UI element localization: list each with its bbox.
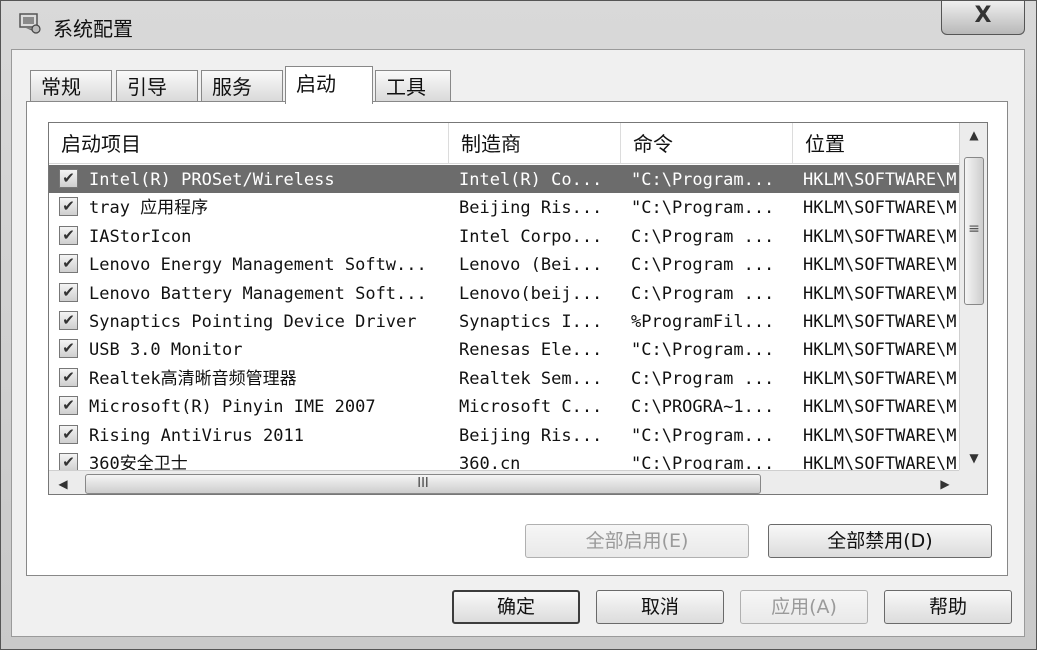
cell-command: "C:\Program...: [631, 340, 775, 361]
cell-command: "C:\Program...: [631, 425, 775, 446]
horizontal-scrollbar[interactable]: ◀ III ▶: [49, 470, 959, 494]
scroll-left-arrow-icon[interactable]: ◀: [49, 472, 77, 494]
cell-startup-item: Realtek高清晰音频管理器: [89, 368, 297, 389]
cell-manufacturer: Beijing Ris...: [459, 425, 603, 446]
cell-manufacturer: Realtek Sem...: [459, 368, 603, 389]
cell-manufacturer: Synaptics I...: [459, 312, 603, 332]
system-config-window: 系统配置 X 常规 引导 服务 启动 工具 启动项目 制造商 命令 位置 ✔ In…: [0, 0, 1037, 650]
column-header-location[interactable]: 位置: [793, 123, 959, 163]
cell-location: HKLM\SOFTWARE\M: [803, 226, 957, 247]
cell-location: HKLM\SOFTWARE\M: [803, 312, 957, 332]
cell-manufacturer: Lenovo(beij...: [459, 283, 603, 304]
cell-location: HKLM\SOFTWARE\M: [803, 425, 957, 446]
table-row[interactable]: ✔ IAStorIcon Intel Corpo... C:\Program ... H…: [49, 222, 959, 250]
cell-startup-item: Rising AntiVirus 2011: [89, 425, 304, 446]
enabled-checkbox[interactable]: ✔: [59, 424, 78, 444]
cell-command: C:\Program ...: [631, 226, 775, 247]
cell-startup-item: IAStorIcon: [89, 226, 192, 247]
vertical-scrollbar[interactable]: ▲ ≡ ▼: [959, 123, 987, 470]
cancel-button[interactable]: 取消: [596, 590, 724, 624]
enabled-checkbox[interactable]: ✔: [59, 282, 78, 302]
enable-all-button[interactable]: 全部启用(E): [525, 524, 749, 558]
cell-startup-item: Microsoft(R) Pinyin IME 2007: [89, 397, 376, 418]
cell-command: "C:\Program...: [631, 198, 775, 219]
column-header-manufacturer[interactable]: 制造商: [449, 123, 621, 163]
title-bar[interactable]: 系统配置 X: [1, 1, 1036, 49]
ok-button[interactable]: 确定: [452, 590, 580, 624]
horizontal-scroll-thumb[interactable]: III: [85, 474, 761, 494]
cell-location: HKLM\SOFTWARE\M: [803, 255, 957, 276]
window-title: 系统配置: [53, 17, 133, 41]
cell-command: C:\Program ...: [631, 255, 775, 276]
scroll-right-arrow-icon[interactable]: ▶: [931, 472, 959, 494]
table-row[interactable]: ✔ Synaptics Pointing Device Driver Synapti…: [49, 307, 959, 335]
cell-startup-item: USB 3.0 Monitor: [89, 340, 243, 361]
startup-tab-panel: 启动项目 制造商 命令 位置 ✔ Intel(R) PROSet/Wireless…: [26, 101, 1008, 576]
cell-location: HKLM\SOFTWARE\M: [803, 198, 957, 219]
cell-command: %ProgramFil...: [631, 312, 775, 332]
table-row[interactable]: ✔ Rising AntiVirus 2011 Beijing Ris... "C:\…: [49, 421, 959, 449]
cell-manufacturer: Intel Corpo...: [459, 226, 603, 247]
cell-location: HKLM\SOFTWARE\M: [803, 340, 957, 361]
scrollbar-corner: [959, 470, 987, 494]
enabled-checkbox[interactable]: ✔: [59, 367, 78, 387]
table-row[interactable]: ✔ Lenovo Battery Management Soft... Lenovo…: [49, 279, 959, 307]
help-button[interactable]: 帮助: [884, 590, 1012, 624]
table-row[interactable]: ✔ tray 应用程序 Beijing Ris... "C:\Program... HK…: [49, 193, 959, 221]
close-button[interactable]: X: [941, 1, 1025, 35]
cell-startup-item: Synaptics Pointing Device Driver: [89, 312, 417, 332]
tab-boot[interactable]: 引导: [116, 70, 198, 102]
disable-all-button[interactable]: 全部禁用(D): [768, 524, 992, 558]
tab-startup[interactable]: 启动: [285, 66, 373, 104]
enabled-checkbox[interactable]: ✔: [59, 311, 78, 330]
cell-location: HKLM\SOFTWARE\M: [803, 283, 957, 304]
cell-manufacturer: Microsoft C...: [459, 397, 603, 418]
table-row[interactable]: ✔ Intel(R) PROSet/Wireless Intel(R) Co... "…: [49, 165, 959, 193]
table-row[interactable]: ✔ USB 3.0 Monitor Renesas Ele... "C:\Progra…: [49, 335, 959, 363]
cell-manufacturer: Renesas Ele...: [459, 340, 603, 361]
cell-location: HKLM\SOFTWARE\M: [803, 170, 957, 190]
enabled-checkbox[interactable]: ✔: [59, 254, 78, 274]
table-row[interactable]: ✔ Lenovo Energy Management Softw... Lenovo…: [49, 250, 959, 278]
cell-location: HKLM\SOFTWARE\M: [803, 397, 957, 418]
msconfig-app-icon: [19, 13, 41, 34]
enabled-checkbox[interactable]: ✔: [59, 339, 78, 359]
cell-command: "C:\Program...: [631, 170, 775, 190]
table-row[interactable]: ✔ Microsoft(R) Pinyin IME 2007 Microsoft C…: [49, 392, 959, 420]
apply-button[interactable]: 应用(A): [740, 590, 868, 624]
vertical-scroll-thumb[interactable]: ≡: [964, 157, 984, 305]
cell-manufacturer: Beijing Ris...: [459, 198, 603, 219]
scroll-down-arrow-icon[interactable]: ▼: [960, 446, 987, 470]
list-header: 启动项目 制造商 命令 位置: [49, 123, 959, 164]
column-header-startup-item[interactable]: 启动项目: [49, 123, 449, 163]
enabled-checkbox[interactable]: ✔: [59, 225, 78, 245]
cell-startup-item: Lenovo Energy Management Softw...: [89, 255, 427, 276]
tab-general[interactable]: 常规: [30, 70, 112, 102]
cell-command: C:\Program ...: [631, 283, 775, 304]
cell-startup-item: tray 应用程序: [89, 198, 209, 219]
cell-command: C:\PROGRA~1...: [631, 397, 775, 418]
cell-startup-item: Intel(R) PROSet/Wireless: [89, 170, 335, 190]
tab-tools[interactable]: 工具: [375, 70, 451, 102]
enabled-checkbox[interactable]: ✔: [59, 197, 78, 217]
tab-services[interactable]: 服务: [201, 70, 283, 102]
table-row[interactable]: ✔ Realtek高清晰音频管理器 Realtek Sem... C:\Program…: [49, 364, 959, 392]
cell-manufacturer: Intel(R) Co...: [459, 170, 603, 190]
cell-startup-item: Lenovo Battery Management Soft...: [89, 283, 427, 304]
enabled-checkbox[interactable]: ✔: [59, 396, 78, 416]
cell-manufacturer: Lenovo (Bei...: [459, 255, 603, 276]
startup-items-list[interactable]: 启动项目 制造商 命令 位置 ✔ Intel(R) PROSet/Wireless…: [48, 122, 988, 495]
enabled-checkbox[interactable]: ✔: [59, 169, 78, 188]
column-header-command[interactable]: 命令: [621, 123, 793, 163]
grip-icon: ≡: [968, 221, 980, 237]
cell-command: C:\Program ...: [631, 368, 775, 389]
scroll-up-arrow-icon[interactable]: ▲: [960, 123, 987, 147]
dialog-body: 常规 引导 服务 启动 工具 启动项目 制造商 命令 位置 ✔ Intel(R) …: [11, 49, 1025, 637]
cell-location: HKLM\SOFTWARE\M: [803, 368, 957, 389]
